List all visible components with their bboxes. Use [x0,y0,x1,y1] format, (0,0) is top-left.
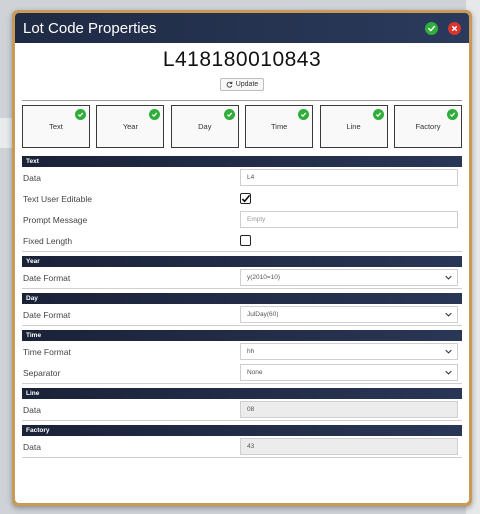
tile-time[interactable]: Time [245,105,314,148]
form-row: Data 43 [22,436,462,457]
field-label: Date Format [23,272,71,283]
form-row: Date Format y(2010=10) [22,267,462,288]
section-time: Time Format hh Separator None [22,341,462,384]
section-header-text: Text [22,156,462,167]
form-row: Date Format JulDay(60) [22,304,462,325]
update-label: Update [235,81,259,88]
field-label: Prompt Message [23,214,88,225]
form-row: Separator None [22,362,462,383]
tile-label: Time [270,122,288,131]
tile-day[interactable]: Day [170,105,239,148]
section-header-time: Time [22,330,462,341]
check-icon [223,109,235,120]
confirm-icon[interactable] [425,21,438,35]
text-user-editable-checkbox[interactable] [240,193,251,204]
field-label: Data [23,441,41,452]
section-header-factory: Factory [22,425,462,436]
close-icon[interactable] [448,21,461,35]
tile-label: Text [49,122,63,131]
form-row: Fixed Length [22,230,462,251]
tile-year[interactable]: Year [96,105,165,148]
form-row: Text User Editable [22,188,462,209]
field-label: Text User Editable [23,193,92,204]
prompt-message-input[interactable]: Empty [240,211,458,228]
field-label: Fixed Length [23,235,73,246]
check-icon [446,109,458,120]
chevron-down-icon [445,349,452,354]
select-value: y(2010=10) [247,274,281,281]
section-day: Date Format JulDay(60) [22,304,462,326]
section-header-day: Day [22,293,462,304]
dialog-title: Lot Code Properties [23,19,157,37]
fixed-length-checkbox[interactable] [240,235,251,246]
tile-label: Year [122,122,138,131]
title-bar: Lot Code Properties [15,13,469,43]
refresh-icon [226,81,233,88]
tile-text[interactable]: Text [22,105,90,148]
field-label: Time Format [23,346,71,357]
check-icon [298,109,310,120]
update-button[interactable]: Update [219,78,265,91]
select-value: None [247,369,263,376]
check-icon [75,109,86,120]
section-factory: Data 43 [22,436,462,458]
field-label: Data [23,404,41,415]
form-row: Data L4 [22,167,462,188]
lot-code-properties-dialog: Lot Code Properties L418180010843 Update… [12,10,472,506]
chevron-down-icon [445,370,452,375]
select-value: JulDay(60) [247,311,279,318]
section-text: Data L4 Text User Editable Prompt Messag… [22,167,462,252]
chevron-down-icon [445,312,452,317]
factory-data-input[interactable]: 43 [240,438,458,455]
separator-select[interactable]: None [240,364,458,381]
field-label: Data [23,172,41,183]
time-format-select[interactable]: hh [240,343,458,360]
properties-panel: Text Data L4 Text User Editable Prompt M… [22,156,462,458]
tile-label: Line [346,122,361,131]
tile-label: Factory [415,122,441,131]
component-tiles: Text Year Day Time Line Factory [22,100,462,148]
tile-factory[interactable]: Factory [393,105,462,148]
section-year: Date Format y(2010=10) [22,267,462,289]
dialog-body: Lot Code Properties L418180010843 Update… [15,13,469,503]
section-header-line: Line [22,388,462,399]
form-row: Time Format hh [22,341,462,362]
tile-line[interactable]: Line [319,105,388,148]
line-data-input[interactable]: 08 [240,401,458,418]
chevron-down-icon [445,275,452,280]
field-label: Date Format [23,309,71,320]
check-icon [149,109,161,120]
tile-label: Day [198,122,212,131]
year-date-format-select[interactable]: y(2010=10) [240,269,458,286]
form-row: Prompt Message Empty [22,209,462,230]
check-icon [372,109,384,120]
form-row: Data 08 [22,399,462,420]
section-line: Data 08 [22,399,462,421]
field-label: Separator [23,367,61,378]
select-value: hh [247,348,255,355]
lot-code-value: L418180010843 [162,48,322,71]
day-date-format-select[interactable]: JulDay(60) [240,306,458,323]
section-header-year: Year [22,256,462,267]
text-data-input[interactable]: L4 [240,169,458,186]
